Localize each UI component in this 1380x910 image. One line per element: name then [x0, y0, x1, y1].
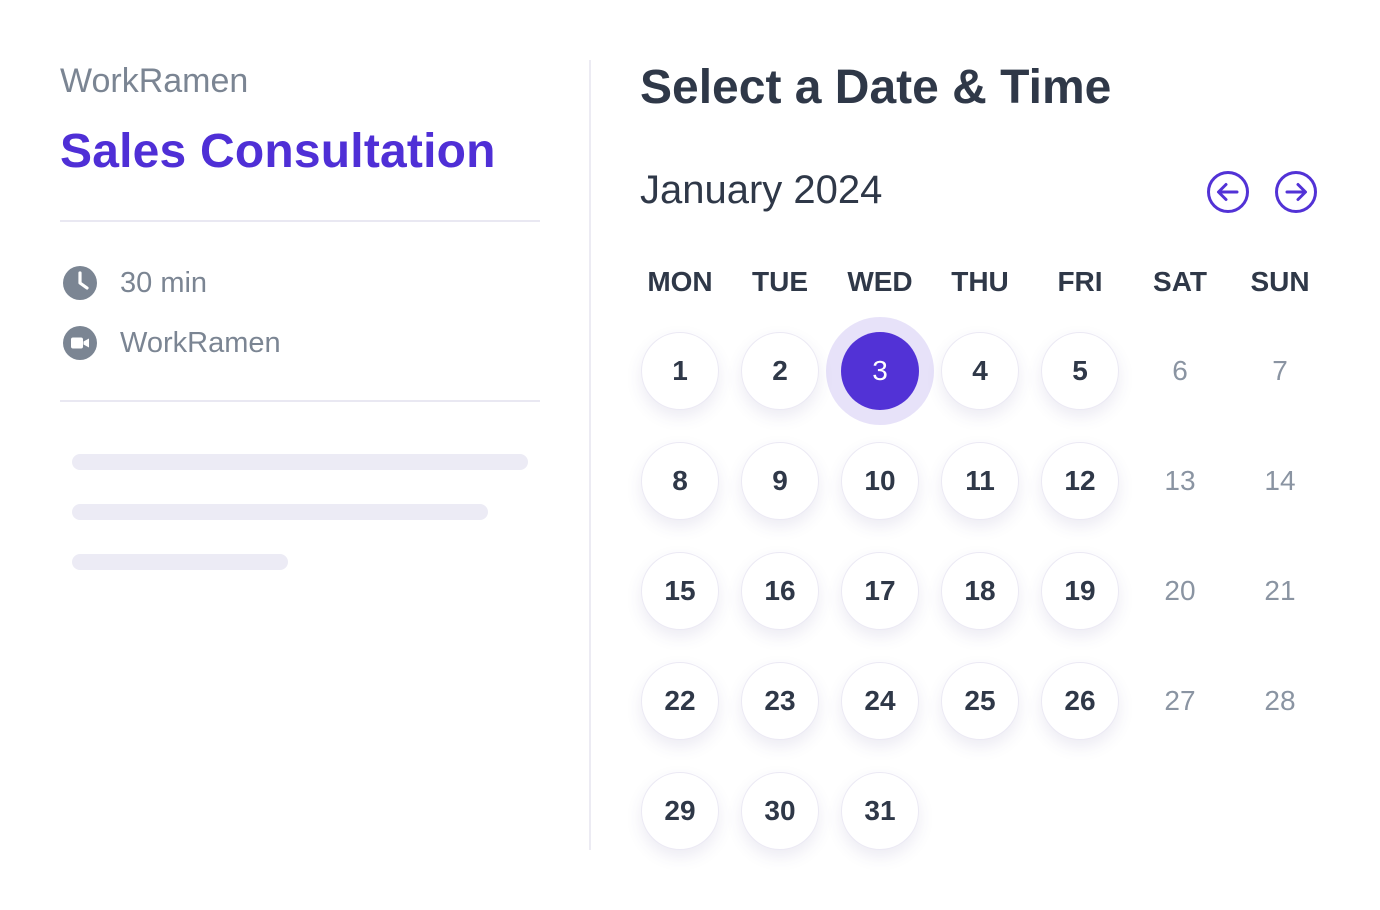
day-selected[interactable]: 3 [841, 332, 919, 410]
day-button[interactable]: 29 [641, 772, 719, 850]
event-title: Sales Consultation [60, 125, 496, 178]
clock-icon [60, 263, 100, 303]
day-unavailable: 27 [1164, 685, 1196, 716]
day-button[interactable]: 15 [641, 552, 719, 630]
day-button[interactable]: 11 [941, 442, 1019, 520]
day-button[interactable]: 22 [641, 662, 719, 740]
day-unavailable: 20 [1164, 575, 1196, 606]
organizer-name: WorkRamen [60, 62, 249, 100]
day-button[interactable]: 4 [941, 332, 1019, 410]
location-row: WorkRamen [60, 323, 281, 363]
day-button[interactable]: 18 [941, 552, 1019, 630]
page-title: Select a Date & Time [640, 61, 1112, 114]
day-button[interactable]: 1 [641, 332, 719, 410]
weekday-label: TUE [752, 266, 808, 297]
location-text: WorkRamen [120, 326, 281, 359]
weekday-label: WED [847, 266, 913, 297]
day-button[interactable]: 5 [1041, 332, 1119, 410]
divider-bottom [60, 400, 540, 402]
arrow-right-circle-icon [1274, 171, 1318, 218]
day-unavailable: 14 [1264, 465, 1296, 496]
day-unavailable: 13 [1164, 465, 1196, 496]
weekday-label: THU [951, 266, 1009, 297]
day-unavailable: 7 [1272, 355, 1288, 386]
day-button[interactable]: 10 [841, 442, 919, 520]
day-button[interactable]: 12 [1041, 442, 1119, 520]
duration-row: 30 min [60, 263, 207, 303]
description-placeholder-line [72, 554, 288, 570]
weekday-label: SAT [1153, 266, 1207, 297]
weekday-label: MON [647, 266, 713, 297]
next-month-button[interactable] [1274, 170, 1318, 214]
weekday-label: FRI [1057, 266, 1103, 297]
day-button[interactable]: 17 [841, 552, 919, 630]
day-button[interactable]: 25 [941, 662, 1019, 740]
divider-top [60, 220, 540, 222]
day-unavailable: 28 [1264, 685, 1296, 716]
day-button[interactable]: 16 [741, 552, 819, 630]
day-button[interactable]: 19 [1041, 552, 1119, 630]
weekday-label: SUN [1250, 266, 1310, 297]
day-unavailable: 21 [1264, 575, 1296, 606]
description-placeholder-line [72, 454, 528, 470]
month-label: January 2024 [640, 168, 883, 212]
video-camera-icon [60, 323, 100, 363]
day-button[interactable]: 24 [841, 662, 919, 740]
arrow-left-circle-icon [1206, 171, 1250, 218]
previous-month-button[interactable] [1206, 170, 1250, 214]
day-button[interactable]: 26 [1041, 662, 1119, 740]
day-button[interactable]: 30 [741, 772, 819, 850]
description-placeholder-line [72, 504, 488, 520]
panel-divider [589, 60, 591, 850]
day-button[interactable]: 8 [641, 442, 719, 520]
duration-text: 30 min [120, 266, 208, 299]
day-button[interactable]: 23 [741, 662, 819, 740]
day-button[interactable]: 9 [741, 442, 819, 520]
day-unavailable: 6 [1172, 355, 1188, 386]
day-button[interactable]: 31 [841, 772, 919, 850]
day-button[interactable]: 2 [741, 332, 819, 410]
